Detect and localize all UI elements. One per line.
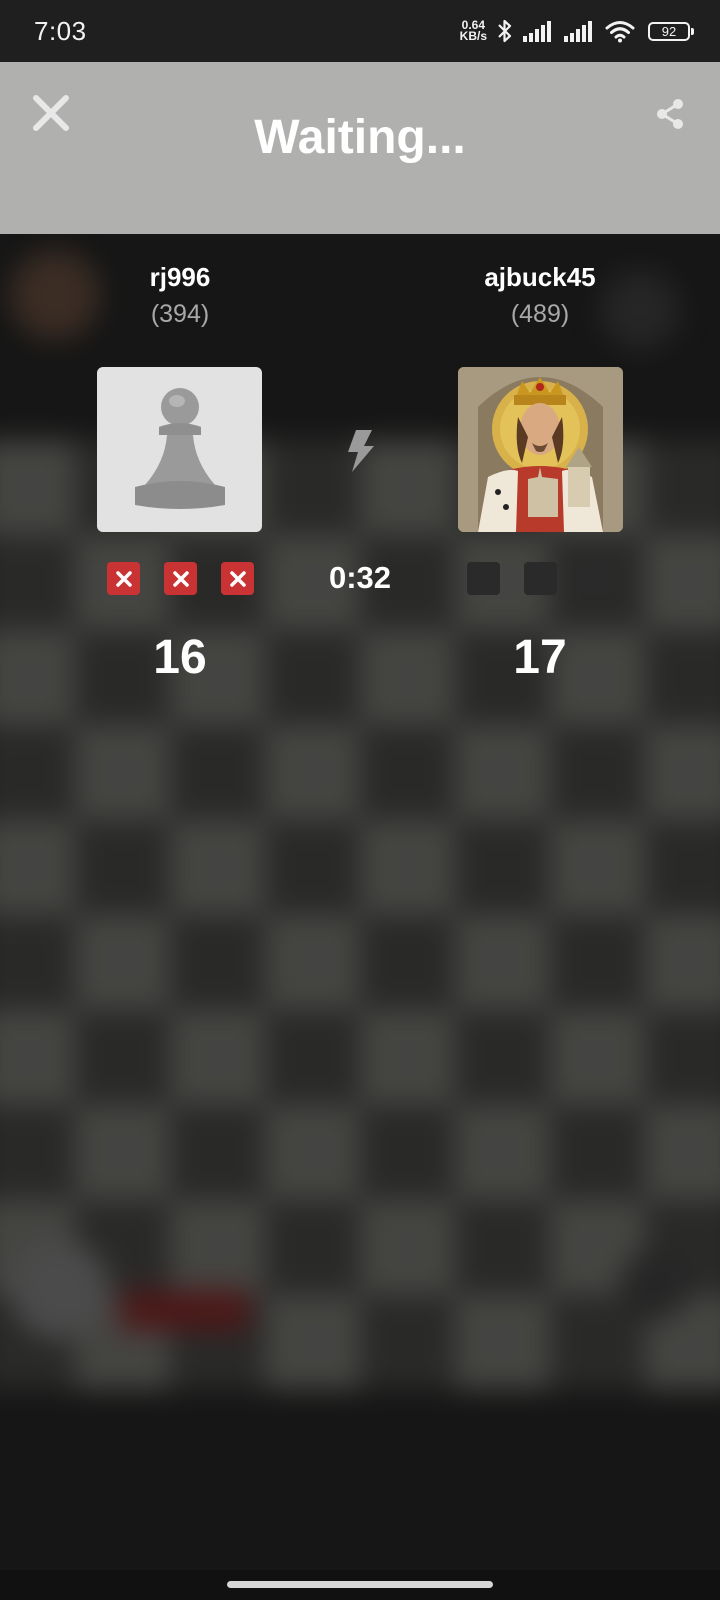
board-square [0,440,75,535]
board-square [75,820,170,915]
board-square [170,1200,265,1295]
board-square [455,1200,550,1295]
board-square [550,1010,645,1105]
board-square [455,1010,550,1105]
board-square [170,1010,265,1105]
board-square [265,1010,360,1105]
status-bar: 7:03 0.64 KB/s 92 [0,0,720,62]
board-square [645,440,720,535]
board-square [360,820,455,915]
battery-icon: 92 [648,21,694,41]
board-square [645,1010,720,1105]
game-screen: 7:03 0.64 KB/s 92 Waiting... rj996 (394)… [0,0,720,1600]
board-square [0,915,75,1010]
pawn-icon [135,388,225,509]
board-square [550,1105,645,1200]
board-square [170,725,265,820]
board-square [360,1105,455,1200]
board-square [0,820,75,915]
share-icon [657,99,683,129]
board-square [170,915,265,1010]
player-2-rating: (489) [510,300,570,328]
bluetooth-icon [498,19,512,43]
board-square [550,820,645,915]
board-square [265,1105,360,1200]
board-square [265,1200,360,1295]
board-square [75,725,170,820]
board-square [265,915,360,1010]
navigation-bar [0,1570,720,1600]
player-2-avatar[interactable] [458,367,623,532]
result-empty-mark [524,562,557,595]
board-square [360,1295,455,1390]
status-icons: 0.64 KB/s 92 [459,18,694,44]
header: Waiting... [0,62,720,234]
board-square [455,725,550,820]
board-square [0,725,75,820]
board-square [645,725,720,820]
board-square [550,725,645,820]
board-square [75,1105,170,1200]
battery-level: 92 [661,23,677,39]
board-square [0,630,75,725]
player-1-rating: (394) [150,300,210,328]
board-square [0,1105,75,1200]
board-square [645,915,720,1010]
board-square [75,1010,170,1105]
signal-icon [523,21,551,42]
network-speed-unit: KB/s [459,29,487,43]
board-square [360,725,455,820]
board-square [0,535,75,630]
signal-icon [564,21,592,42]
player-1-info: rj996 (394) [90,262,270,329]
home-indicator[interactable] [227,1581,493,1588]
board-square [170,820,265,915]
board-square [265,630,360,725]
network-speed: 0.64 KB/s [459,19,487,43]
board-square [265,820,360,915]
player-2-results [467,562,614,595]
board-square [360,1200,455,1295]
close-icon [172,570,189,587]
board-square [360,1010,455,1105]
result-empty-mark [467,562,500,595]
board-square [170,1105,265,1200]
board-square [645,820,720,915]
result-loss-mark [107,562,140,595]
player-1-name: rj996 [149,262,211,292]
board-square [360,915,455,1010]
game-timer: 0:32 [328,560,392,595]
close-icon [115,570,132,587]
board-square [645,630,720,725]
wifi-icon [605,21,635,43]
player-2-name: ajbuck45 [484,262,596,292]
board-square [645,1105,720,1200]
board-square [75,915,170,1010]
player-1-score: 16 [153,631,207,684]
status-time: 7:03 [34,15,87,46]
board-square [360,630,455,725]
board-square [550,915,645,1010]
board-square [265,1295,360,1390]
board-square [455,820,550,915]
lightning-bolt-icon [348,430,374,472]
page-title: Waiting... [254,111,466,164]
share-button[interactable] [650,94,690,134]
result-loss-mark [164,562,197,595]
player-2-info: ajbuck45 (489) [450,262,630,329]
player-1-avatar[interactable] [97,367,262,532]
player-1-results [107,562,254,595]
board-square [455,915,550,1010]
close-icon [229,570,246,587]
board-square [455,1295,550,1390]
board-square [455,1105,550,1200]
king-portrait [458,367,623,532]
result-loss-mark [221,562,254,595]
board-square [645,535,720,630]
board-square [0,1010,75,1105]
board-square [265,725,360,820]
result-empty-mark [581,562,614,595]
player-2-score: 17 [513,631,567,684]
